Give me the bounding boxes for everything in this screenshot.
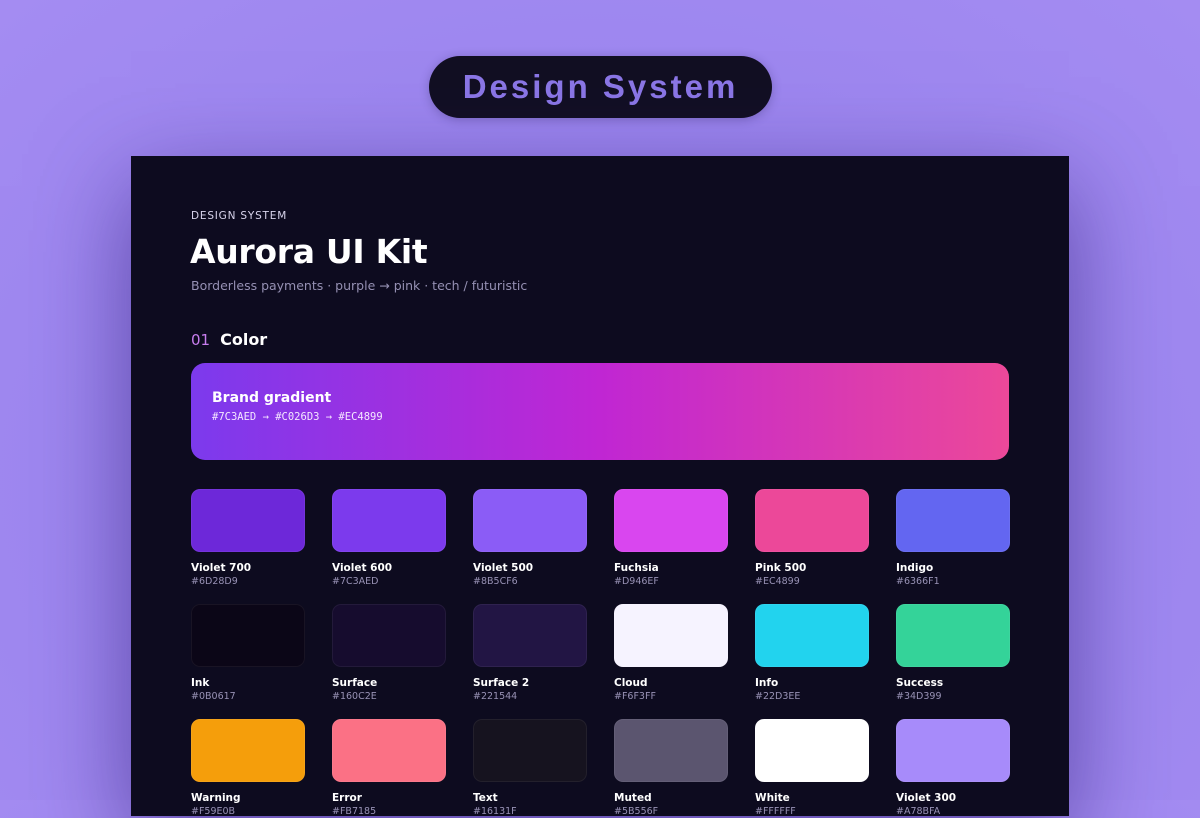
swatch-name: Error	[332, 792, 362, 804]
color-swatch[interactable]: Ink #0B0617	[191, 604, 305, 703]
swatch-chip[interactable]	[332, 604, 446, 667]
swatch-chip[interactable]	[473, 604, 587, 667]
color-swatch[interactable]: Surface #160C2E	[332, 604, 446, 703]
swatch-hex: #34D399	[896, 691, 942, 702]
swatch-hex: #D946EF	[614, 576, 659, 587]
swatch-chip[interactable]	[614, 489, 728, 552]
swatch-name: Success	[896, 677, 944, 689]
swatch-chip[interactable]	[755, 489, 869, 552]
design-system-pill: Design System	[429, 56, 772, 118]
swatch-chip[interactable]	[191, 719, 305, 782]
swatch-hex: #16131F	[473, 806, 517, 817]
swatch-name: Muted	[614, 792, 652, 804]
swatch-hex: #6366F1	[896, 576, 940, 587]
swatch-name: Ink	[191, 677, 210, 689]
swatch-chip[interactable]	[191, 489, 305, 552]
swatch-hex: #7C3AED	[332, 576, 379, 587]
swatch-hex: #F6F3FF	[614, 691, 656, 702]
swatch-chip[interactable]	[473, 719, 587, 782]
swatch-name: Violet 300	[896, 792, 957, 804]
color-swatch[interactable]: Violet 600 #7C3AED	[332, 489, 446, 588]
swatch-hex: #FB7185	[332, 806, 377, 817]
swatch-chip[interactable]	[755, 604, 869, 667]
swatch-hex: #F59E0B	[191, 806, 236, 817]
color-swatch[interactable]: Muted #5B556F	[614, 719, 728, 818]
swatch-hex: #22D3EE	[755, 691, 801, 702]
swatch-hex: #160C2E	[332, 691, 377, 702]
brand-gradient-card: Brand gradient #7C3AED → #C026D3 → #EC48…	[191, 363, 1009, 460]
swatch-chip[interactable]	[755, 719, 869, 782]
swatch-name: Surface 2	[473, 677, 530, 689]
page-subtitle: Borderless payments · purple → pink · te…	[191, 278, 528, 293]
color-swatch-grid: Violet 700 #6D28D9 Violet 600 #7C3AED Violet…	[191, 489, 1010, 818]
swatch-chip[interactable]	[614, 604, 728, 667]
swatch-name: White	[755, 792, 790, 804]
pill-label: Design System	[462, 68, 739, 105]
color-swatch[interactable]: Violet 500 #8B5CF6	[473, 489, 587, 588]
brand-gradient-title: Brand gradient	[212, 390, 332, 406]
swatch-hex: #8B5CF6	[473, 576, 518, 587]
swatch-chip[interactable]	[332, 719, 446, 782]
swatch-name: Violet 600	[332, 562, 393, 574]
swatch-chip[interactable]	[473, 489, 587, 552]
swatch-chip[interactable]	[614, 719, 728, 782]
color-swatch[interactable]: Cloud #F6F3FF	[614, 604, 728, 703]
section-heading-color: 01 Color	[191, 330, 267, 349]
color-swatch[interactable]: Warning #F59E0B	[191, 719, 305, 818]
swatch-name: Violet 500	[473, 562, 534, 574]
swatch-hex: #EC4899	[755, 576, 800, 587]
color-swatch[interactable]: Surface 2 #221544	[473, 604, 587, 703]
swatch-chip[interactable]	[896, 604, 1010, 667]
swatch-hex: #0B0617	[191, 691, 236, 702]
color-swatch[interactable]: Info #22D3EE	[755, 604, 869, 703]
swatch-hex: #6D28D9	[191, 576, 238, 587]
color-swatch[interactable]: Violet 700 #6D28D9	[191, 489, 305, 588]
color-swatch[interactable]: Indigo #6366F1	[896, 489, 1010, 588]
section-title: Color	[220, 330, 268, 349]
swatch-name: Indigo	[896, 562, 934, 574]
swatch-chip[interactable]	[896, 489, 1010, 552]
swatch-name: Info	[755, 677, 779, 689]
color-swatch[interactable]: Success #34D399	[896, 604, 1010, 703]
swatch-name: Surface	[332, 677, 378, 689]
section-number: 01	[191, 331, 211, 349]
swatch-hex: #221544	[473, 691, 518, 702]
swatch-chip[interactable]	[191, 604, 305, 667]
swatch-chip[interactable]	[332, 489, 446, 552]
color-swatch[interactable]: Error #FB7185	[332, 719, 446, 818]
swatch-hex: #5B556F	[614, 806, 659, 817]
color-swatch[interactable]: Fuchsia #D946EF	[614, 489, 728, 588]
eyebrow-label: DESIGN SYSTEM	[191, 210, 288, 222]
design-system-panel: DESIGN SYSTEM Aurora UI Kit Borderless p…	[131, 156, 1069, 818]
swatch-hex: #FFFFFF	[755, 806, 796, 817]
swatch-hex: #A78BFA	[896, 806, 941, 817]
color-swatch[interactable]: Violet 300 #A78BFA	[896, 719, 1010, 818]
swatch-name: Pink 500	[755, 562, 807, 574]
color-swatch[interactable]: Text #16131F	[473, 719, 587, 818]
swatch-name: Violet 700	[191, 562, 252, 574]
swatch-name: Text	[473, 792, 498, 804]
swatch-name: Warning	[191, 792, 241, 804]
color-swatch[interactable]: White #FFFFFF	[755, 719, 869, 818]
swatch-name: Fuchsia	[614, 562, 659, 574]
page-title: Aurora UI Kit	[190, 232, 428, 271]
brand-gradient-stops: #7C3AED → #C026D3 → #EC4899	[212, 411, 383, 423]
swatch-chip[interactable]	[896, 719, 1010, 782]
color-swatch[interactable]: Pink 500 #EC4899	[755, 489, 869, 588]
swatch-name: Cloud	[614, 677, 648, 689]
